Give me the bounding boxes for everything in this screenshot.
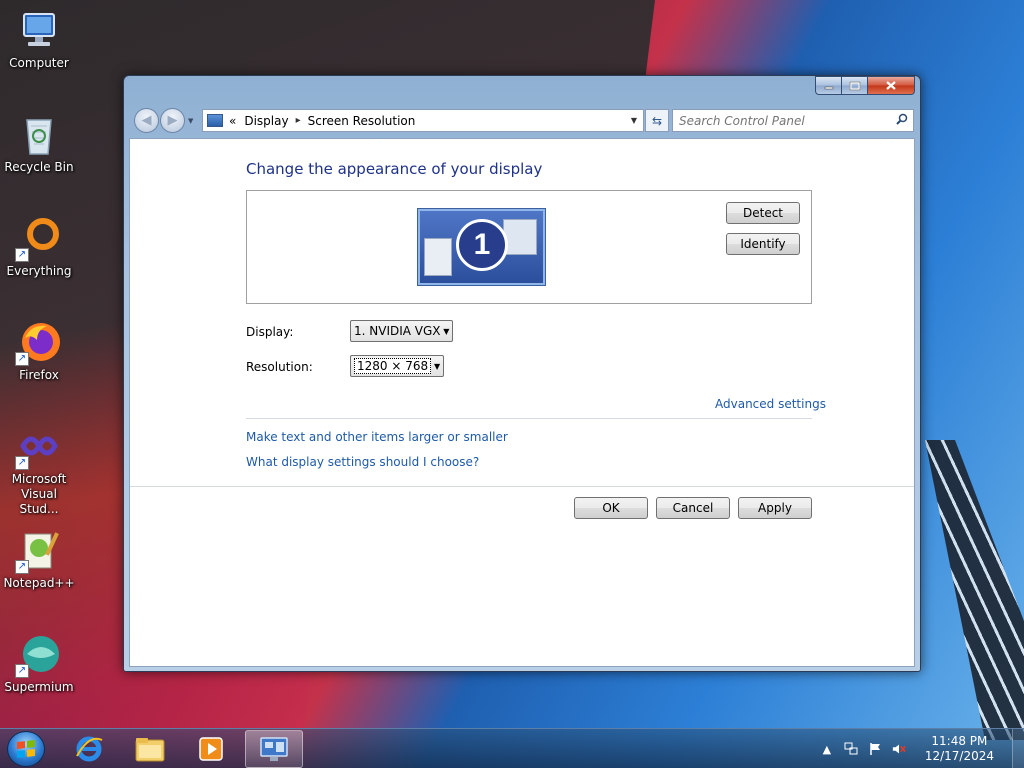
recent-pages-dropdown[interactable]: ▼ — [188, 117, 193, 125]
taskbar: ▲ 11:48 PM 12/17/2024 — [0, 728, 1024, 768]
shortcut-arrow-icon: ↗ — [15, 456, 29, 470]
refresh-button[interactable]: ⇆ — [645, 109, 669, 132]
taskbar-media-player[interactable] — [182, 730, 240, 768]
maximize-icon — [849, 81, 860, 90]
desktop-icon-firefox[interactable]: ↗ Firefox — [0, 320, 78, 383]
taskbar-file-explorer[interactable] — [121, 730, 179, 768]
back-button[interactable]: ◀ — [134, 108, 159, 133]
clock-date: 12/17/2024 — [924, 749, 994, 763]
shortcut-arrow-icon: ↗ — [15, 560, 29, 574]
search-input[interactable] — [679, 113, 889, 128]
breadcrumb-display[interactable]: Display — [244, 114, 288, 128]
address-dropdown-icon[interactable]: ▼ — [631, 116, 637, 125]
monitor-arrangement-area: 1 Detect Identify — [246, 190, 812, 304]
page-title: Change the appearance of your display — [246, 160, 543, 178]
close-button[interactable] — [868, 76, 915, 95]
desktop-icon-label: Everything — [6, 264, 72, 278]
breadcrumb-separator-icon[interactable]: ▸ — [296, 115, 301, 126]
resolution-select[interactable]: 1280 × 768 ▼ — [350, 355, 444, 377]
detect-button[interactable]: Detect — [726, 202, 800, 224]
resolution-label: Resolution: — [246, 360, 313, 374]
visual-studio-icon: ↗ — [15, 424, 61, 470]
monitor-1-preview[interactable]: 1 — [418, 209, 545, 285]
network-icon[interactable] — [844, 742, 858, 756]
shortcut-arrow-icon: ↗ — [15, 664, 29, 678]
breadcrumb-screen-resolution[interactable]: Screen Resolution — [308, 114, 416, 128]
identify-button[interactable]: Identify — [726, 233, 800, 255]
search-box[interactable] — [672, 109, 914, 132]
monitor-preview-window — [503, 219, 537, 255]
maximize-button[interactable] — [842, 76, 868, 95]
desktop-icon-recycle-bin[interactable]: Recycle Bin — [0, 112, 78, 175]
system-tray: ▲ 11:48 PM 12/17/2024 — [815, 729, 1024, 768]
navigation-bar: ◀ ▶ ▼ « Display ▸ Screen Resolution ▼ ⇆ — [130, 106, 916, 134]
display-label: Display: — [246, 325, 294, 339]
desktop-icon-label: Recycle Bin — [4, 160, 74, 174]
control-panel-icon — [207, 114, 223, 127]
address-bar[interactable]: « Display ▸ Screen Resolution ▼ — [202, 109, 644, 132]
taskbar-internet-explorer[interactable] — [60, 730, 118, 768]
cancel-button[interactable]: Cancel — [656, 497, 730, 519]
taskbar-control-panel[interactable] — [245, 730, 303, 768]
content-pane: Change the appearance of your display 1 … — [129, 138, 915, 667]
taskbar-clock[interactable]: 11:48 PM 12/17/2024 — [925, 734, 994, 764]
desktop-icon-supermium[interactable]: ↗ Supermium — [0, 632, 78, 695]
start-button[interactable] — [7, 731, 45, 767]
minimize-icon — [824, 86, 833, 89]
media-player-icon — [199, 737, 223, 761]
wallpaper-bridge — [925, 440, 1024, 740]
divider — [130, 486, 914, 487]
monitor-preview-window — [424, 238, 452, 276]
everything-icon: ↗ — [15, 216, 61, 262]
desktop-icon-notepad-plus-plus[interactable]: ↗ Notepad++ — [0, 528, 78, 591]
internet-explorer-icon — [76, 736, 103, 762]
ok-button[interactable]: OK — [574, 497, 648, 519]
desktop-icon-everything[interactable]: ↗ Everything — [0, 216, 78, 279]
computer-icon — [17, 8, 61, 52]
desktop-icon-label: Firefox — [19, 368, 59, 382]
chevron-down-icon: ▼ — [433, 361, 441, 371]
desktop-icon-label: Supermium — [4, 680, 74, 694]
shortcut-arrow-icon: ↗ — [15, 248, 29, 262]
minimize-button[interactable] — [815, 76, 842, 95]
windows-logo-icon — [17, 740, 35, 758]
close-icon — [886, 81, 896, 90]
screen-resolution-window: ◀ ▶ ▼ « Display ▸ Screen Resolution ▼ ⇆ … — [123, 75, 921, 672]
firefox-icon: ↗ — [15, 320, 61, 366]
chevron-down-icon: ▼ — [443, 326, 450, 336]
forward-button[interactable]: ▶ — [160, 108, 185, 133]
notepad-plus-plus-icon: ↗ — [15, 528, 61, 574]
supermium-icon: ↗ — [15, 632, 61, 678]
text-size-link[interactable]: Make text and other items larger or smal… — [246, 430, 508, 444]
monitor-number-badge: 1 — [456, 219, 508, 271]
desktop-icon-label: Microsoft Visual Stud... — [11, 472, 67, 516]
clock-time: 11:48 PM — [931, 734, 988, 748]
desktop-icon-computer[interactable]: Computer — [0, 8, 78, 71]
divider — [246, 418, 812, 419]
advanced-settings-link[interactable]: Advanced settings — [715, 397, 826, 411]
resolution-select-value: 1280 × 768 — [354, 358, 432, 374]
apply-button[interactable]: Apply — [738, 497, 812, 519]
desktop-icon-visual-studio[interactable]: ↗ Microsoft Visual Stud... — [0, 424, 78, 517]
window-caption-buttons — [815, 76, 915, 95]
refresh-icon: ⇆ — [651, 113, 663, 128]
search-icon[interactable] — [896, 113, 908, 128]
forward-arrow-icon: ▶ — [167, 113, 178, 128]
desktop-icon-label: Notepad++ — [3, 576, 75, 590]
recycle-bin-icon — [17, 112, 61, 156]
volume-muted-icon[interactable] — [892, 742, 906, 756]
show-desktop-button[interactable] — [1012, 729, 1024, 768]
back-arrow-icon: ◀ — [141, 113, 152, 128]
show-hidden-icons-button[interactable]: ▲ — [820, 742, 834, 756]
shortcut-arrow-icon: ↗ — [15, 352, 29, 366]
action-center-flag-icon[interactable] — [868, 742, 882, 756]
folder-icon — [135, 738, 165, 762]
control-panel-icon — [260, 737, 288, 761]
display-select[interactable]: 1. NVIDIA VGX ▼ — [350, 320, 453, 342]
display-select-value: 1. NVIDIA VGX — [354, 324, 441, 338]
display-help-link[interactable]: What display settings should I choose? — [246, 455, 479, 469]
breadcrumb-root-chevron[interactable]: « — [229, 114, 236, 128]
desktop-icon-label: Computer — [9, 56, 69, 70]
